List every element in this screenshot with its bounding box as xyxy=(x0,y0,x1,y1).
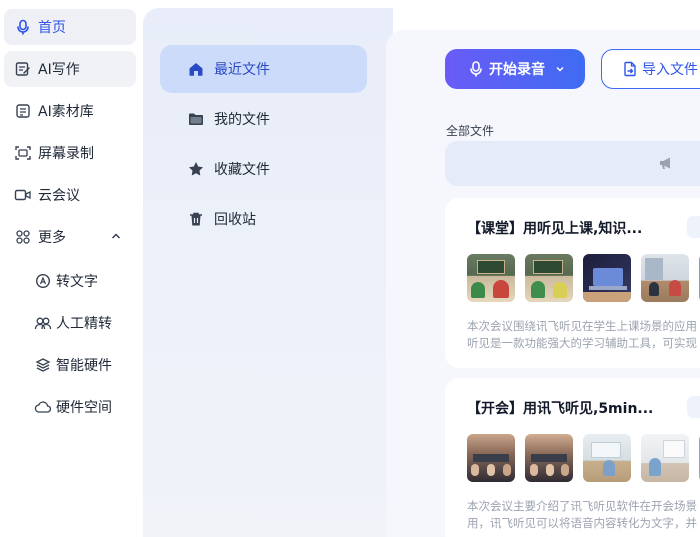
file-nav-trash[interactable]: 回收站 xyxy=(160,195,367,243)
start-recording-label: 开始录音 xyxy=(489,62,545,78)
nav-item-label: 更多 xyxy=(38,230,66,246)
file-card-description: 本次会议围绕讯飞听见在学生上课场景的应用 听见是一款功能强大的学习辅助工具，可实… xyxy=(467,319,697,350)
classroom-thumbnail xyxy=(467,254,515,302)
sub-item-label: 硬件空间 xyxy=(56,400,112,416)
file-nav-label: 回收站 xyxy=(214,212,256,228)
file-nav-label: 最近文件 xyxy=(214,62,270,78)
meeting-room-thumbnail xyxy=(525,434,573,482)
chevron-down-icon[interactable] xyxy=(555,64,565,74)
nav-item-home[interactable]: 首页 xyxy=(4,9,136,45)
edit-icon xyxy=(14,60,32,78)
start-recording-button[interactable]: 开始录音 xyxy=(445,49,585,89)
megaphone-icon xyxy=(658,155,674,175)
sub-item-hardware-space[interactable]: 硬件空间 xyxy=(26,391,136,423)
left-nav: 首页 AI写作 AI素材库 屏幕录制 云会议 更多 转文字 人工精转 智能硬件 … xyxy=(0,0,143,537)
file-card-title: 【课堂】用听见上课,知识... xyxy=(467,221,643,237)
people-icon xyxy=(34,314,52,332)
file-card-tag xyxy=(687,396,700,418)
file-card-tag xyxy=(687,216,700,238)
office-thumbnail xyxy=(583,434,631,482)
file-card-title: 【开会】用讯飞听见,5min... xyxy=(467,401,654,417)
mic-icon xyxy=(469,61,483,77)
office-thumbnail xyxy=(641,434,689,482)
star-icon xyxy=(188,161,204,177)
file-nav-label: 我的文件 xyxy=(214,112,270,128)
transcribe-icon xyxy=(34,272,52,290)
layers-icon xyxy=(34,356,52,374)
import-file-button[interactable]: 导入文件 xyxy=(601,49,700,89)
cloud-icon xyxy=(34,398,52,416)
file-nav-label: 收藏文件 xyxy=(214,162,270,178)
file-card-description: 本次会议主要介绍了讯飞听见软件在开会场景 用，讯飞听见可以将语音内容转化为文字，… xyxy=(467,499,697,530)
folder-icon xyxy=(188,111,204,127)
mic-icon xyxy=(14,18,32,36)
sub-item-manual-transcribe[interactable]: 人工精转 xyxy=(26,307,136,339)
meeting-thumbnail xyxy=(641,254,689,302)
nav-item-screen-record[interactable]: 屏幕录制 xyxy=(4,135,136,171)
nav-item-ai-library[interactable]: AI素材库 xyxy=(4,93,136,129)
sub-item-label: 人工精转 xyxy=(56,316,112,332)
import-file-icon xyxy=(622,61,638,77)
nav-item-label: AI写作 xyxy=(38,62,80,78)
laptop-thumbnail xyxy=(583,254,631,302)
meeting-room-thumbnail xyxy=(467,434,515,482)
chevron-up-icon[interactable] xyxy=(110,230,122,246)
video-icon xyxy=(14,186,32,204)
nav-item-label: 首页 xyxy=(38,20,66,36)
file-nav-favorites[interactable]: 收藏文件 xyxy=(160,145,367,193)
classroom-thumbnail xyxy=(525,254,573,302)
sub-item-transcribe[interactable]: 转文字 xyxy=(26,265,136,297)
file-nav-recent[interactable]: 最近文件 xyxy=(160,45,367,93)
nav-item-label: 云会议 xyxy=(38,188,80,204)
home-icon xyxy=(188,61,204,77)
screen-record-icon xyxy=(14,144,32,162)
sub-item-label: 智能硬件 xyxy=(56,358,112,374)
nav-item-cloud-meeting[interactable]: 云会议 xyxy=(4,177,136,213)
file-nav-panel: 最近文件 我的文件 收藏文件 回收站 xyxy=(143,8,393,537)
file-card[interactable]: 【开会】用讯飞听见,5min... 本次会议主要介绍了讯飞听见软件在开会场景 用… xyxy=(445,378,700,537)
nav-item-label: AI素材库 xyxy=(38,104,94,120)
file-nav-my-files[interactable]: 我的文件 xyxy=(160,95,367,143)
library-icon xyxy=(14,102,32,120)
main-content: 开始录音 导入文件 全部文件 【课堂】用听见上课,知识... 本次会议围绕讯飞听… xyxy=(386,30,700,537)
sub-item-smart-hardware[interactable]: 智能硬件 xyxy=(26,349,136,381)
grid-icon xyxy=(14,228,32,246)
import-file-label: 导入文件 xyxy=(642,62,698,78)
file-card[interactable]: 【课堂】用听见上课,知识... 本次会议围绕讯飞听见在学生上课场景的应用 听见是… xyxy=(445,198,700,368)
all-files-label: 全部文件 xyxy=(446,124,495,138)
trash-icon xyxy=(188,211,204,227)
announcement-bar[interactable] xyxy=(445,141,700,186)
nav-item-label: 屏幕录制 xyxy=(38,146,94,162)
sub-item-label: 转文字 xyxy=(56,274,98,290)
nav-item-ai-writing[interactable]: AI写作 xyxy=(4,51,136,87)
nav-item-more[interactable]: 更多 xyxy=(4,219,136,255)
